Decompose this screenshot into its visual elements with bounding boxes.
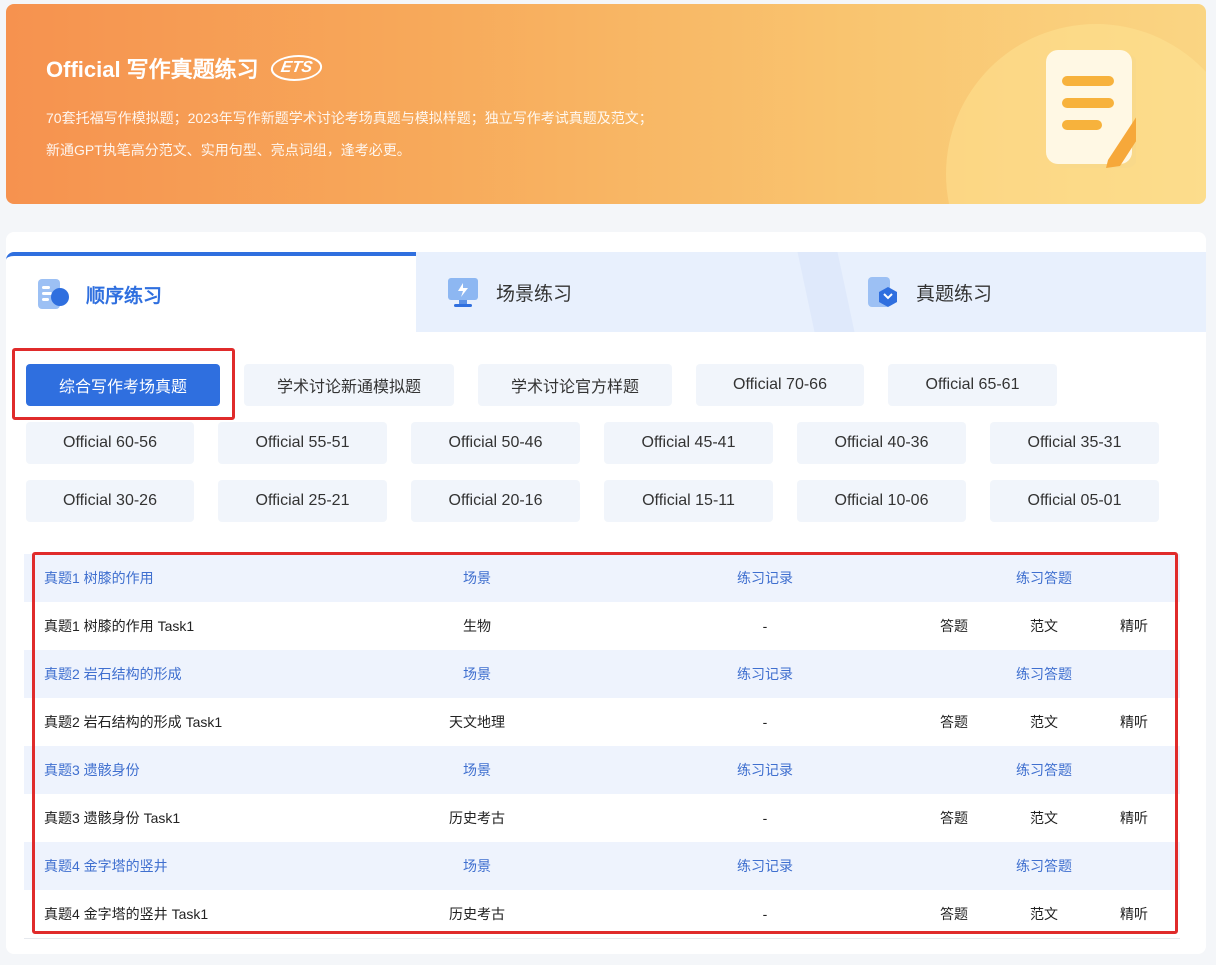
filter-official-15-11[interactable]: Official 15-11 [604,480,773,522]
filter-official-55-51[interactable]: Official 55-51 [218,422,387,464]
monitor-icon [448,278,478,307]
filter-official-30-26[interactable]: Official 30-26 [26,480,194,522]
filter-official-35-31[interactable]: Official 35-31 [990,422,1159,464]
tab-sequential-practice[interactable]: 顺序练习 [6,252,416,332]
filter-official-05-01[interactable]: Official 05-01 [990,480,1159,522]
banner-title: Official 写作真题练习 ETS [46,52,325,84]
filter-official-45-41[interactable]: Official 45-41 [604,422,773,464]
highlight-box-filter [12,348,235,420]
highlight-box-table [32,552,1178,934]
ets-logo: ETS [268,55,325,81]
filter-official-50-46[interactable]: Official 50-46 [411,422,580,464]
cube-doc-icon [868,277,897,307]
banner-title-text: Official 写作真题练习 [46,57,259,82]
tab-scene-practice[interactable]: 场景练习 [446,252,572,332]
tab-label: 顺序练习 [86,285,163,307]
filter-official-10-06[interactable]: Official 10-06 [797,480,966,522]
filter-academic-official[interactable]: 学术讨论官方样题 [478,364,672,406]
header-banner: Official 写作真题练习 ETS 70套托福写作模拟题；2023年写作新题… [6,4,1206,204]
filter-official-40-36[interactable]: Official 40-36 [797,422,966,464]
notepad-pencil-icon [1046,50,1136,168]
filter-official-20-16[interactable]: Official 20-16 [411,480,580,522]
table-bottom-border [24,938,1180,939]
list-doc-icon [38,279,69,309]
banner-desc-line1: 70套托福写作模拟题；2023年写作新题学术讨论考场真题与模拟样题；独立写作考试… [46,110,653,126]
tab-real-exam-practice[interactable]: 真题练习 [866,252,992,332]
filter-official-25-21[interactable]: Official 25-21 [218,480,387,522]
banner-desc-line2: 新通GPT执笔高分范文、实用句型、亮点词组，逢考必更。 [46,142,411,158]
filter-official-70-66[interactable]: Official 70-66 [696,364,864,406]
filter-academic-mock[interactable]: 学术讨论新通模拟题 [244,364,454,406]
banner-description: 70套托福写作模拟题；2023年写作新题学术讨论考场真题与模拟样题；独立写作考试… [46,102,653,166]
tab-bar: 顺序练习 场景练习 真题练习 [6,252,1206,332]
tab-label: 场景练习 [496,283,573,305]
tab-label: 真题练习 [916,283,993,305]
filter-official-60-56[interactable]: Official 60-56 [26,422,194,464]
filter-official-65-61[interactable]: Official 65-61 [888,364,1057,406]
